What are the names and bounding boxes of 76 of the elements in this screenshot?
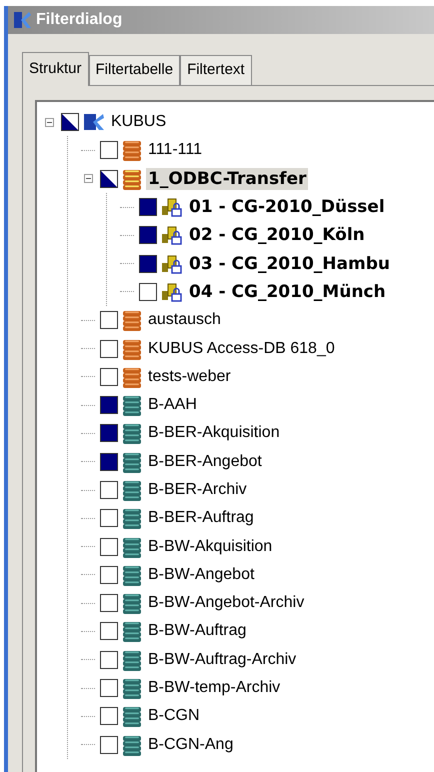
- database-icon: [122, 479, 142, 501]
- checkbox[interactable]: [100, 707, 118, 726]
- database-icon: [122, 592, 142, 614]
- tree-item-label[interactable]: austausch: [146, 309, 223, 332]
- database-icon: [122, 422, 142, 444]
- tab[interactable]: Filtertabelle: [88, 55, 180, 85]
- checkbox[interactable]: [100, 452, 118, 471]
- tab[interactable]: Filtertext: [180, 55, 252, 85]
- checkbox[interactable]: [100, 538, 118, 556]
- checkbox[interactable]: [100, 566, 118, 584]
- checkbox[interactable]: [100, 424, 118, 442]
- tree-item-label[interactable]: 03 - CG_2010_Hambu: [187, 252, 392, 275]
- checkbox[interactable]: [139, 282, 157, 301]
- database-icon: [122, 168, 142, 190]
- collapse-toggle[interactable]: [44, 118, 54, 127]
- tree-item-label[interactable]: B-AAH: [146, 394, 199, 416]
- tree-item-label[interactable]: B-CGN-Ang: [146, 734, 236, 756]
- checkbox[interactable]: [100, 650, 118, 669]
- checkbox[interactable]: [100, 340, 118, 358]
- tree-item-label[interactable]: 04 - CG_2010_Münch: [187, 280, 388, 303]
- network-lock-icon: [161, 282, 183, 302]
- tree-item-label[interactable]: B-BER-Auftrag: [146, 507, 256, 530]
- database-icon: [122, 648, 142, 671]
- checkbox[interactable]: [139, 254, 157, 273]
- checkbox[interactable]: [100, 481, 118, 499]
- checkbox[interactable]: [100, 679, 118, 698]
- tree-item-label[interactable]: B-BW-temp-Archiv: [146, 677, 282, 700]
- tree-item-label[interactable]: 02 - CG_2010_Köln: [187, 224, 367, 246]
- tree-item-label[interactable]: 111-111: [146, 139, 204, 162]
- database-icon: [122, 394, 142, 416]
- tree-item-label[interactable]: 01 - CG-2010_Düssel: [187, 196, 387, 218]
- checkbox[interactable]: [61, 113, 79, 132]
- tree-item-label[interactable]: B-BW-Auftrag-Archiv: [146, 648, 298, 671]
- checkbox[interactable]: [100, 396, 118, 414]
- tree-item-label[interactable]: B-BER-Akquisition: [146, 422, 282, 444]
- network-lock-icon: [161, 197, 183, 218]
- tree-item-label[interactable]: B-BW-Akquisition: [146, 536, 274, 558]
- database-icon: [122, 139, 142, 162]
- database-icon: [122, 507, 142, 530]
- tree-item-label[interactable]: KUBUS Access-DB 618_0: [146, 338, 337, 360]
- app-logo-icon: [12, 10, 32, 30]
- network-lock-icon: [161, 225, 183, 246]
- database-icon: [122, 734, 142, 756]
- tree-item-label[interactable]: KUBUS: [109, 111, 168, 134]
- checkbox[interactable]: [100, 509, 118, 528]
- tree-item-label[interactable]: B-BW-Angebot-Archiv: [146, 592, 306, 614]
- tree-item-label[interactable]: B-BW-Auftrag: [146, 620, 248, 642]
- database-icon: [122, 536, 142, 558]
- tree-item-label[interactable]: B-CGN: [146, 705, 202, 728]
- checkbox[interactable]: [139, 198, 157, 216]
- database-icon: [122, 366, 142, 388]
- tree-item-label[interactable]: 1_ODBC-Transfer: [146, 168, 308, 190]
- network-lock-icon: [161, 254, 183, 274]
- database-icon: [122, 620, 142, 642]
- tab[interactable]: Struktur: [22, 52, 89, 86]
- database-icon: [122, 677, 142, 700]
- checkbox[interactable]: [100, 141, 118, 160]
- database-icon: [122, 309, 142, 332]
- checkbox[interactable]: [100, 736, 118, 754]
- database-icon: [122, 450, 142, 473]
- database-icon: [122, 338, 142, 360]
- cube-icon: [83, 112, 105, 132]
- checkbox[interactable]: [139, 226, 157, 244]
- checkbox[interactable]: [100, 368, 118, 386]
- database-icon: [122, 705, 142, 728]
- checkbox[interactable]: [100, 311, 118, 330]
- tree-item-label[interactable]: tests-weber: [146, 366, 233, 388]
- checkbox[interactable]: [100, 594, 118, 612]
- checkbox[interactable]: [100, 622, 118, 640]
- window-title: Filterdialog: [36, 10, 122, 30]
- tree-item-label[interactable]: B-BER-Angebot: [146, 450, 264, 473]
- tree-item-label[interactable]: B-BW-Angebot: [146, 564, 256, 586]
- collapse-toggle[interactable]: [84, 174, 92, 184]
- database-icon: [122, 564, 142, 586]
- tree-item-label[interactable]: B-BER-Archiv: [146, 479, 249, 501]
- checkbox[interactable]: [100, 170, 118, 188]
